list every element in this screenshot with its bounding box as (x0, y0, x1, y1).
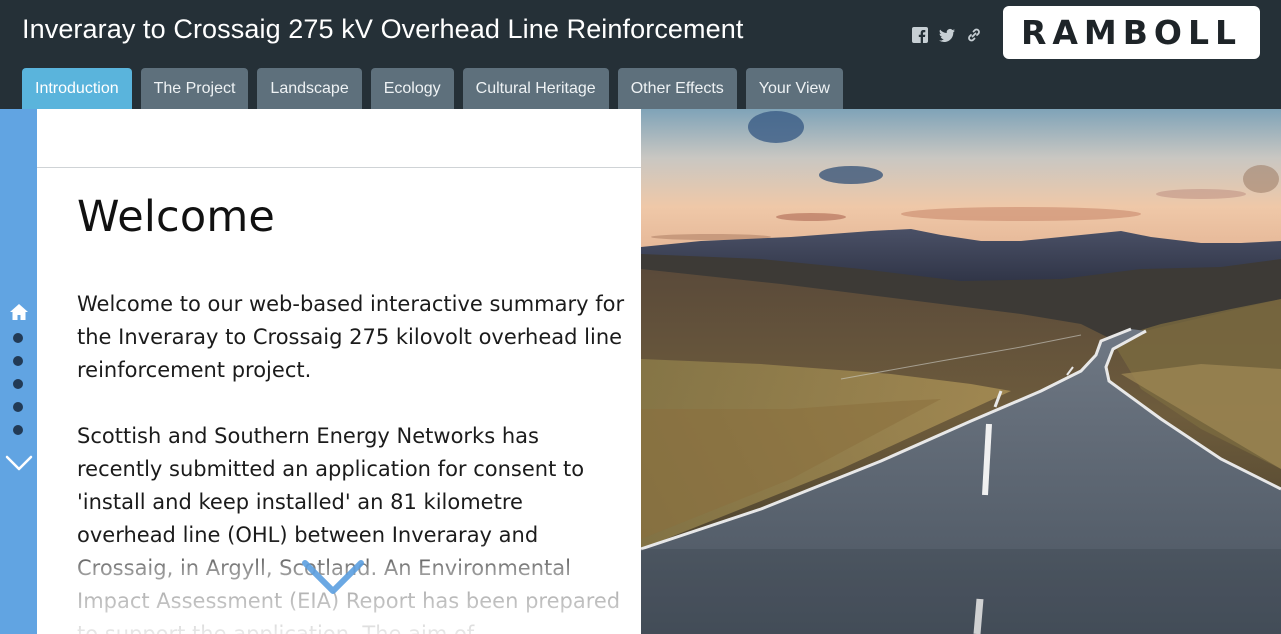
scroll-down-chevron-icon[interactable] (301, 557, 365, 599)
section-dot-1[interactable] (13, 333, 23, 343)
landscape-photo (641, 109, 1281, 634)
facebook-icon (912, 27, 928, 43)
section-dot-2[interactable] (13, 356, 23, 366)
divider (37, 167, 641, 168)
chevron-down-icon[interactable] (5, 455, 33, 471)
tab-other-effects[interactable]: Other Effects (617, 68, 737, 109)
tab-bar: Introduction The Project Landscape Ecolo… (22, 68, 843, 109)
highland-road-image (641, 109, 1281, 634)
copy-link-button[interactable] (965, 26, 983, 44)
link-icon (968, 28, 980, 42)
project-paragraph: Scottish and Southern Energy Networks ha… (77, 424, 621, 634)
header: Inveraray to Crossaig 275 kV Overhead Li… (0, 0, 1281, 109)
section-nav-rail (0, 109, 37, 634)
section-dot-3[interactable] (13, 379, 23, 389)
section-dot-4[interactable] (13, 402, 23, 412)
tab-your-view[interactable]: Your View (745, 68, 843, 109)
tab-the-project[interactable]: The Project (140, 68, 249, 109)
tab-introduction[interactable]: Introduction (22, 68, 132, 109)
home-icon[interactable] (9, 303, 29, 321)
facebook-share-button[interactable] (911, 26, 929, 44)
tab-cultural-heritage[interactable]: Cultural Heritage (462, 68, 609, 109)
twitter-share-button[interactable] (938, 26, 956, 44)
intro-paragraph: Welcome to our web-based interactive sum… (77, 292, 625, 382)
content-panel: Welcome Welcome to our web-based interac… (37, 109, 641, 634)
twitter-icon (939, 28, 955, 42)
ramboll-logo[interactable]: RAMBOLL (1003, 6, 1260, 59)
section-dot-5[interactable] (13, 425, 23, 435)
logo-text: RAMBOLL (1020, 13, 1243, 52)
tab-landscape[interactable]: Landscape (257, 68, 362, 109)
welcome-heading: Welcome (77, 192, 276, 242)
page-title: Inveraray to Crossaig 275 kV Overhead Li… (22, 14, 744, 44)
tab-ecology[interactable]: Ecology (370, 68, 454, 109)
